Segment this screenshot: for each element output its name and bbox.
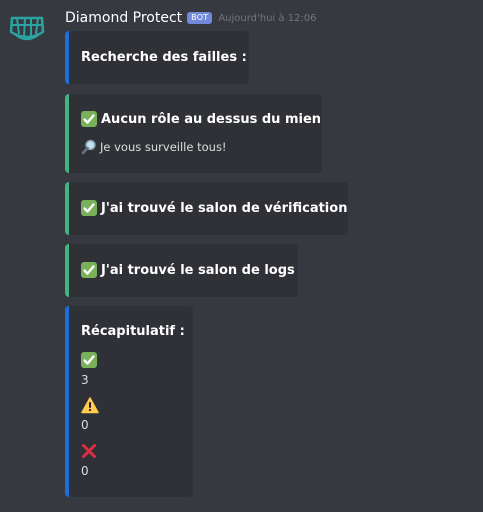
embed-verification-check: J'ai trouvé le salon de vérification <box>65 182 348 235</box>
check-mark-icon <box>81 262 97 278</box>
passed-count: 3 <box>81 373 89 387</box>
embed-description-text: Je vous surveille tous! <box>100 140 227 154</box>
check-mark-icon <box>81 111 97 127</box>
embed-title: Aucun rôle au dessus du mien <box>81 111 321 127</box>
bot-tag: BOT <box>187 12 213 24</box>
error-count: 0 <box>81 464 89 478</box>
timestamp: Aujourd'hui à 12:06 <box>218 12 317 24</box>
bot-avatar[interactable] <box>7 8 47 48</box>
embed-role-check: Aucun rôle au dessus du mien Je vous sur… <box>65 94 322 173</box>
author-name[interactable]: Diamond Protect <box>65 10 182 26</box>
embed-title: Recherche des failles : <box>81 50 247 65</box>
magnifying-glass-icon <box>81 139 97 155</box>
embed-title-text: J'ai trouvé le salon de vérification <box>101 200 348 216</box>
bot-message: Diamond Protect BOT Aujourd'hui à 12:06 … <box>0 0 483 512</box>
embed-title-text: Recherche des failles : <box>81 50 247 65</box>
warning-count: 0 <box>81 418 89 432</box>
embed-summary: Récapitulatif : 3 0 0 <box>65 306 193 497</box>
message-header: Diamond Protect BOT Aujourd'hui à 12:06 <box>65 8 317 28</box>
embed-title: Récapitulatif : <box>81 324 185 339</box>
check-mark-icon <box>81 352 97 368</box>
embed-title-text: Récapitulatif : <box>81 324 185 339</box>
embed-title: J'ai trouvé le salon de logs <box>81 262 295 278</box>
embed-title-text: J'ai trouvé le salon de logs <box>101 262 295 278</box>
check-mark-icon <box>81 200 97 216</box>
embed-scan-header: Recherche des failles : <box>65 31 249 84</box>
embed-logs-check: J'ai trouvé le salon de logs <box>65 244 298 297</box>
warning-icon <box>81 397 99 414</box>
cross-mark-icon <box>81 443 97 459</box>
embed-title-text: Aucun rôle au dessus du mien <box>101 111 322 127</box>
embed-title: J'ai trouvé le salon de vérification <box>81 200 347 216</box>
embed-description: Je vous surveille tous! <box>81 139 227 155</box>
